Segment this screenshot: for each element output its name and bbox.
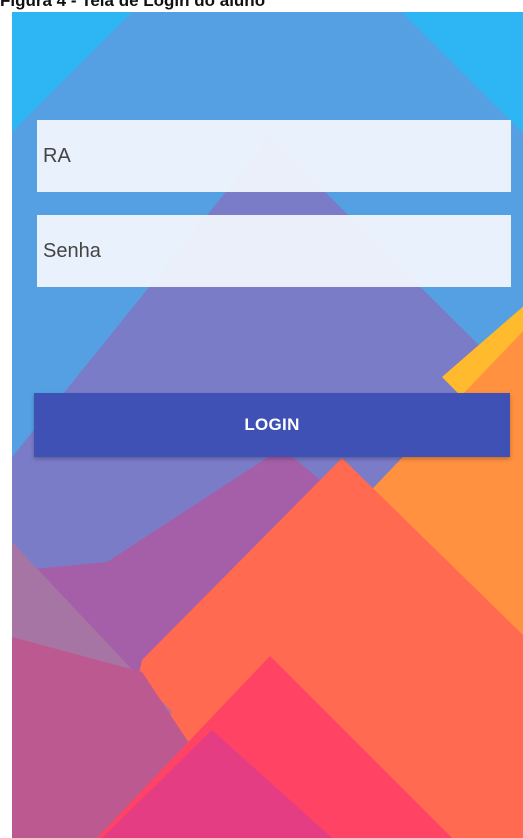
figure-caption: Figura 4 - Tela de Login do aluno [0, 0, 266, 10]
login-button[interactable]: LOGIN [34, 393, 510, 457]
senha-input[interactable] [37, 215, 511, 287]
ra-input[interactable] [37, 120, 511, 192]
login-screen: LOGIN [12, 12, 523, 838]
